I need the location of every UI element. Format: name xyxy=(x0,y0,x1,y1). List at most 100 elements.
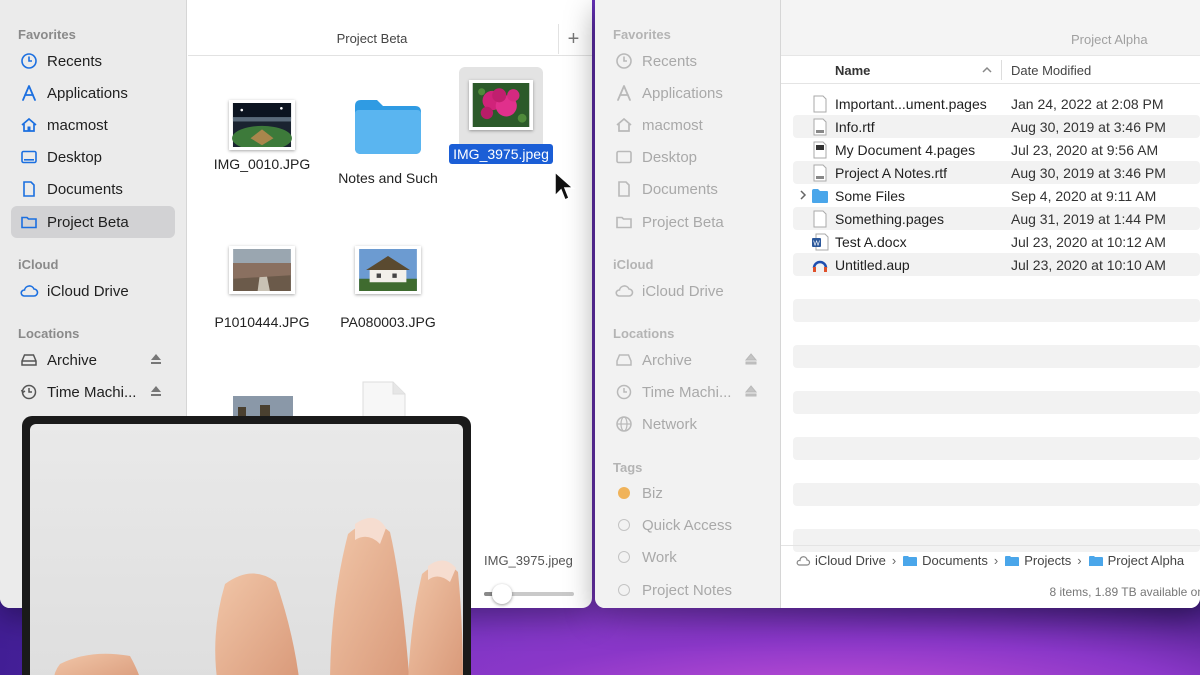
file-label: PA080003.JPG xyxy=(340,314,436,330)
time-machine-icon xyxy=(614,382,634,402)
sidebar-item-label: Recents xyxy=(47,52,103,70)
home-icon xyxy=(614,115,634,135)
disclosure-chevron-right-icon[interactable] xyxy=(797,189,809,201)
eject-icon[interactable] xyxy=(149,384,163,398)
sidebar-item-project-beta[interactable]: Project Beta xyxy=(606,206,770,238)
path-segment[interactable]: iCloud Drive xyxy=(795,553,886,568)
sidebar-tag-biz[interactable]: Biz xyxy=(606,477,770,509)
column-name-header[interactable]: Name xyxy=(835,63,870,78)
sidebar-item-label: Desktop xyxy=(47,148,103,166)
folder-icon xyxy=(812,189,828,203)
sidebar-item-label: Project Beta xyxy=(642,213,724,231)
file-item[interactable]: P1010444.JPG xyxy=(207,246,317,330)
word-icon: W xyxy=(812,233,829,251)
file-label: P1010444.JPG xyxy=(214,314,310,330)
applications-icon xyxy=(19,83,39,103)
rtf-icon xyxy=(813,164,827,182)
folder-icon xyxy=(1088,555,1103,566)
network-icon xyxy=(614,414,634,434)
document-icon xyxy=(19,179,39,199)
sidebar-item-label: Quick Access xyxy=(642,516,733,534)
file-row[interactable]: Something.pages Aug 31, 2019 at 1:44 PM xyxy=(793,207,1200,230)
applications-icon xyxy=(614,83,634,103)
path-segment-label: iCloud Drive xyxy=(815,553,886,568)
file-name: My Document 4.pages xyxy=(835,142,976,158)
document-icon[interactable] xyxy=(359,380,409,420)
file-date: Aug 30, 2019 at 3:46 PM xyxy=(1011,119,1166,135)
sidebar-item-label: Time Machi... xyxy=(47,383,137,401)
path-segment[interactable]: Documents xyxy=(902,553,988,568)
file-row[interactable]: My Document 4.pages Jul 23, 2020 at 9:56… xyxy=(793,138,1200,161)
sidebar-item-network[interactable]: Network xyxy=(606,408,770,440)
sidebar-item-documents[interactable]: Documents xyxy=(606,173,770,205)
folder-item[interactable]: Notes and Such xyxy=(333,96,443,186)
desktop-icon xyxy=(614,147,634,167)
chevron-up-icon xyxy=(982,66,992,73)
sidebar-tag-work[interactable]: Work xyxy=(606,541,770,573)
sidebar-item-label: Project Beta xyxy=(47,213,129,231)
sidebar: Favorites Recents Applications macmost D… xyxy=(595,0,781,608)
sidebar-item-desktop[interactable]: Desktop xyxy=(11,141,175,173)
file-item-selected[interactable]: IMG_3975.jpeg xyxy=(446,80,556,164)
sidebar-item-label: Documents xyxy=(642,180,718,198)
sidebar-item-recents[interactable]: Recents xyxy=(606,45,770,77)
sidebar-item-documents[interactable]: Documents xyxy=(11,173,175,205)
sidebar-item-archive[interactable]: Archive xyxy=(606,344,770,376)
sidebar-item-desktop[interactable]: Desktop xyxy=(606,141,770,173)
sidebar-tag-quick-access[interactable]: Quick Access xyxy=(606,509,770,541)
pages-icon xyxy=(813,95,827,113)
sidebar-header-icloud: iCloud xyxy=(18,257,59,272)
sidebar-item-project-beta[interactable]: Project Beta xyxy=(11,206,175,238)
icon-size-slider-knob[interactable] xyxy=(492,584,512,604)
drive-icon xyxy=(19,350,39,370)
photo-thumbnail-icon xyxy=(229,100,295,150)
file-name: Important...ument.pages xyxy=(835,96,987,112)
trackpad-surface xyxy=(30,424,463,675)
eject-icon[interactable] xyxy=(744,352,758,366)
sidebar-item-macmost[interactable]: macmost xyxy=(11,109,175,141)
file-date: Jul 23, 2020 at 10:10 AM xyxy=(1011,257,1166,273)
file-row[interactable]: W Test A.docx Jul 23, 2020 at 10:12 AM xyxy=(793,230,1200,253)
sidebar-header-icloud: iCloud xyxy=(613,257,654,272)
sidebar-item-icloud-drive[interactable]: iCloud Drive xyxy=(11,275,175,307)
eject-icon[interactable] xyxy=(744,384,758,398)
sidebar-item-archive[interactable]: Archive xyxy=(11,344,175,376)
list-view: Project Alpha Name Date Modified Importa… xyxy=(781,0,1200,608)
sidebar-item-time-machine[interactable]: Time Machi... xyxy=(606,376,770,408)
home-icon xyxy=(19,115,39,135)
sidebar-item-label: Desktop xyxy=(642,148,698,166)
file-row[interactable]: Info.rtf Aug 30, 2019 at 3:46 PM xyxy=(793,115,1200,138)
file-row-folder[interactable]: Some Files Sep 4, 2020 at 9:11 AM xyxy=(793,184,1200,207)
sidebar-item-time-machine[interactable]: Time Machi... xyxy=(11,376,175,408)
path-bar-selected-file[interactable]: IMG_3975.jpeg xyxy=(484,553,573,568)
sidebar-item-applications[interactable]: Applications xyxy=(11,77,175,109)
sidebar-item-label: Documents xyxy=(47,180,123,198)
path-segment[interactable]: Projects xyxy=(1004,553,1071,568)
file-row[interactable]: Important...ument.pages Jan 24, 2022 at … xyxy=(793,92,1200,115)
trackpad-overlay xyxy=(22,416,471,675)
new-tab-button[interactable]: + xyxy=(558,24,588,54)
file-list: Important...ument.pages Jan 24, 2022 at … xyxy=(793,92,1200,552)
sidebar-item-recents[interactable]: Recents xyxy=(11,45,175,77)
path-segment[interactable]: Project Alpha xyxy=(1088,553,1184,568)
sidebar-tag-project-notes[interactable]: Project Notes xyxy=(606,574,770,606)
sidebar-item-macmost[interactable]: macmost xyxy=(606,109,770,141)
sidebar-item-applications[interactable]: Applications xyxy=(606,77,770,109)
file-row[interactable]: Project A Notes.rtf Aug 30, 2019 at 3:46… xyxy=(793,161,1200,184)
column-divider[interactable] xyxy=(1001,60,1002,80)
pages-icon xyxy=(813,210,827,228)
eject-icon[interactable] xyxy=(149,352,163,366)
sidebar-header-favorites: Favorites xyxy=(613,27,671,42)
empty-row xyxy=(793,391,1200,414)
sidebar-header-locations: Locations xyxy=(18,326,80,341)
clock-icon xyxy=(19,51,39,71)
cloud-icon xyxy=(796,555,811,566)
mouse-cursor-icon xyxy=(554,170,575,202)
sidebar-item-icloud-drive[interactable]: iCloud Drive xyxy=(606,275,770,307)
svg-text:W: W xyxy=(813,241,820,248)
audacity-icon xyxy=(812,260,828,272)
file-item[interactable]: IMG_0010.JPG xyxy=(207,100,317,172)
file-row[interactable]: Untitled.aup Jul 23, 2020 at 10:10 AM xyxy=(793,253,1200,276)
column-date-header[interactable]: Date Modified xyxy=(1011,63,1091,78)
file-item[interactable]: PA080003.JPG xyxy=(333,246,443,330)
